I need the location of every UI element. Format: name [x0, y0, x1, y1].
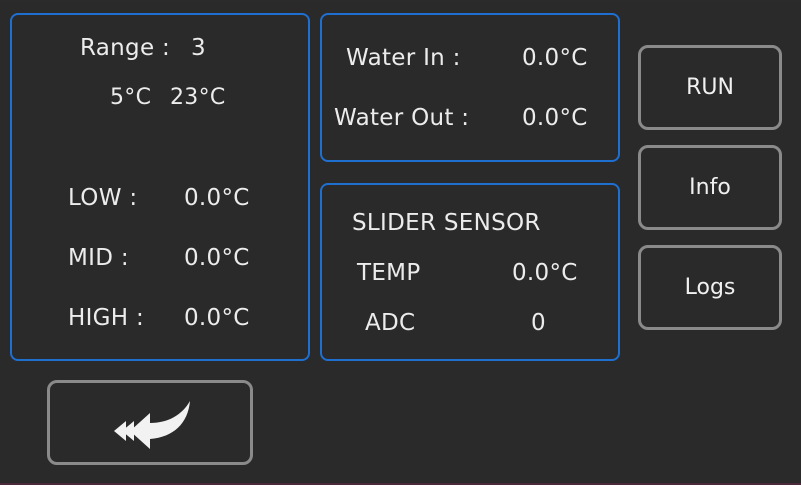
slider-adc-value: 0 — [531, 310, 546, 336]
high-label: HIGH : — [68, 305, 145, 331]
mid-value: 0.0°C — [184, 245, 250, 271]
water-in-value: 0.0°C — [522, 45, 588, 71]
range-value: 3 — [191, 35, 206, 61]
mid-label: MID : — [68, 245, 129, 271]
back-arrow-icon — [114, 401, 190, 449]
back-button[interactable] — [47, 380, 253, 465]
range-label: Range : — [80, 35, 171, 61]
info-button[interactable]: Info — [638, 145, 782, 230]
water-out-label: Water Out : — [334, 105, 470, 131]
slider-temp-value: 0.0°C — [512, 260, 578, 286]
range-panel — [10, 13, 310, 361]
slider-adc-label: ADC — [365, 310, 416, 336]
high-value: 0.0°C — [184, 305, 250, 331]
water-in-label: Water In : — [346, 45, 461, 71]
slider-temp-label: TEMP — [357, 260, 421, 286]
logs-button[interactable]: Logs — [638, 245, 782, 330]
water-out-value: 0.0°C — [522, 105, 588, 131]
range-max-temp: 23°C — [170, 85, 226, 110]
low-value: 0.0°C — [184, 185, 250, 211]
screen: Range : 3 5°C 23°C LOW : 0.0°C MID : 0.0… — [0, 2, 801, 483]
run-button[interactable]: RUN — [638, 45, 782, 130]
slider-sensor-title: SLIDER SENSOR — [352, 210, 541, 236]
range-min-temp: 5°C — [110, 85, 152, 110]
water-panel — [320, 13, 620, 162]
low-label: LOW : — [68, 185, 138, 211]
